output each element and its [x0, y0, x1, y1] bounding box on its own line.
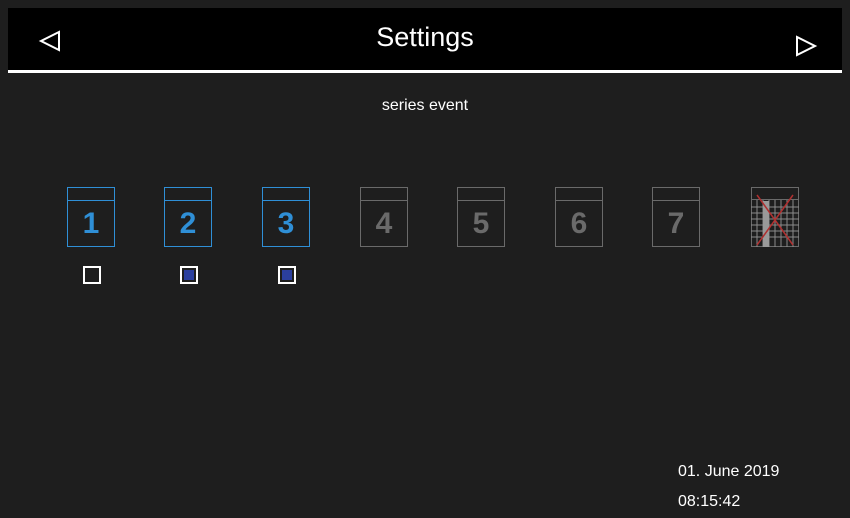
subtitle: series event [381, 97, 469, 114]
day-7-button[interactable]: 7 [652, 187, 700, 247]
header-divider [8, 70, 842, 73]
day-4-button[interactable]: 4 [360, 187, 408, 247]
day-6-button[interactable]: 6 [555, 187, 603, 247]
forward-button[interactable] [784, 24, 828, 68]
day-3-checkbox[interactable] [278, 266, 296, 284]
status-time: 08:15:42 [678, 493, 741, 510]
calendar-disabled-button[interactable] [751, 187, 799, 247]
day-2-checkbox[interactable] [180, 266, 198, 284]
calendar-grid-crossed-icon [751, 187, 799, 247]
day-number: 4 [375, 207, 393, 240]
day-number: 6 [570, 207, 588, 240]
triangle-right-icon [796, 35, 818, 57]
day-3-button[interactable]: 3 [262, 187, 310, 247]
day-number: 5 [472, 207, 490, 240]
day-number: 3 [277, 207, 295, 240]
day-number: 7 [667, 207, 685, 240]
day-1-button[interactable]: 1 [67, 187, 115, 247]
day-2-button[interactable]: 2 [164, 187, 212, 247]
day-5-button[interactable]: 5 [457, 187, 505, 247]
page-title: Settings [376, 22, 474, 52]
status-date: 01. June 2019 [678, 463, 780, 480]
day-number: 2 [179, 207, 197, 240]
day-number: 1 [82, 207, 100, 240]
day-1-checkbox[interactable] [83, 266, 101, 284]
